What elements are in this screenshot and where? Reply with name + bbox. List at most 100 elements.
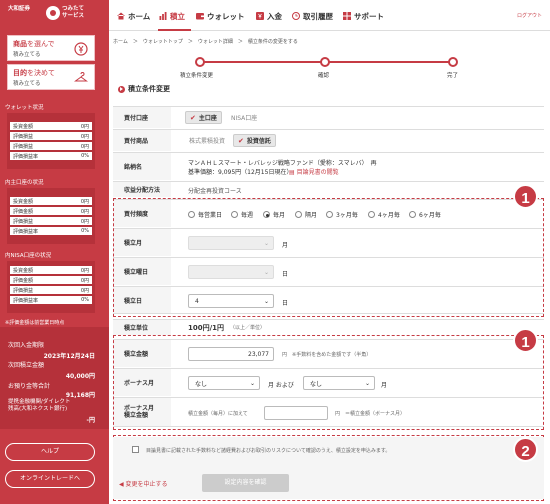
page-title-text: 積立条件変更: [128, 85, 170, 93]
stat-row: 評価金額 0円: [10, 207, 92, 215]
card-title: 目的を決めて: [13, 68, 55, 78]
chevron-left-icon: ◀: [119, 481, 124, 488]
stat-row: 評価損益 0円: [10, 142, 92, 150]
card-title-rest: を選んで: [27, 40, 55, 48]
stat-row: 評価損益 0円: [10, 286, 92, 294]
agree-checkbox[interactable]: [132, 446, 139, 453]
annotation-box-amount: [113, 335, 544, 430]
stat-value: 0円: [80, 199, 89, 205]
stat-label: 投資金額: [13, 268, 34, 274]
stat-value: 0%: [81, 153, 89, 159]
step-2-marker: [320, 57, 330, 67]
unit-value: 100円/1円: [188, 324, 225, 332]
bar-chart-icon: [159, 12, 167, 20]
top-nav-bar: ホーム 積立 ウォレット 入金 取引履歴 サポート ログアウト: [109, 0, 550, 31]
logout-link[interactable]: ログアウト: [517, 12, 542, 19]
main-account-heading: 内主口座の状況: [5, 180, 44, 186]
stat-row: 評価損益率 0%: [10, 152, 92, 160]
card-subtitle: 積み立てる: [13, 52, 41, 58]
stat-label: 評価損益: [13, 134, 34, 140]
stat-label: 評価損益: [13, 144, 34, 150]
account-main-option[interactable]: ✔ 主口座: [185, 111, 222, 124]
nav-deposit-label: 入金: [267, 11, 282, 21]
account-nisa-label: NISA口座: [231, 115, 258, 122]
product-fund-option[interactable]: ✔ 投資信託: [233, 134, 276, 147]
active-tab-indicator: [158, 29, 191, 31]
prospectus-link[interactable]: ▤ 目論見書の閲覧: [289, 167, 339, 176]
stat-value: 0円: [80, 219, 89, 225]
step-1-label: 積立条件変更: [180, 73, 214, 79]
help-button[interactable]: ヘルプ: [5, 443, 95, 461]
confirm-settings-button[interactable]: 設定内容を確認: [202, 474, 289, 492]
step-3-label: 完了: [447, 73, 459, 79]
distribution-row: 収益分配方法 分配金再投資コース: [113, 181, 544, 197]
cancel-change-label: 変更を中止する: [125, 481, 168, 488]
nisa-account-heading: 内NISA口座の状況: [5, 253, 52, 259]
nav-history[interactable]: 取引履歴: [292, 10, 333, 22]
nav-home-label: ホーム: [128, 11, 151, 21]
nav-tsumitate[interactable]: 積立: [159, 10, 185, 22]
bank-balance-value: -円: [86, 417, 96, 424]
deposits-total-label: お預り金等合計: [8, 383, 51, 390]
account-row: 買付口座 ✔ 主口座 NISA口座: [113, 106, 544, 128]
nav-wallet-label: ウォレット: [207, 11, 245, 21]
prospectus-link-label: 目論見書の閲覧: [296, 169, 339, 176]
stat-row: 評価損益率 0%: [10, 227, 92, 235]
choose-goal-card[interactable]: 目的を決めて 積み立てる: [7, 64, 95, 90]
annotation-badge-1: 1: [513, 184, 538, 209]
stat-value: 0円: [80, 134, 89, 140]
next-deposit-date: 2023年12月24日: [43, 353, 95, 360]
stat-label: 評価損益: [13, 288, 34, 294]
nav-support[interactable]: サポート: [343, 10, 384, 22]
nav-wallet[interactable]: ウォレット: [196, 10, 245, 22]
main-account-block: 投資金額 0円 評価金額 0円 評価損益 0円 評価損益率 0%: [7, 188, 95, 244]
home-icon: [117, 12, 125, 20]
nav-home[interactable]: ホーム: [117, 10, 150, 22]
nav-deposit[interactable]: 入金: [256, 10, 282, 22]
stat-value: 0円: [80, 278, 89, 284]
stat-value: 0円: [80, 124, 89, 130]
stat-label: 評価損益率: [13, 154, 39, 160]
stat-value: 0円: [80, 144, 89, 150]
product-row: 買付商品 株式累積投資 ✔ 投資信託: [113, 129, 544, 151]
stat-value: 0円: [80, 288, 89, 294]
stat-value: 0円: [80, 268, 89, 274]
sidebar: 大和証券 つみたて サービス 商品を選んで 積み立てる 目的を決めて 積み立てる…: [0, 0, 109, 504]
card-title-highlight: 商品: [13, 40, 27, 48]
next-deposit-label: 次回入金期限: [8, 342, 45, 349]
stat-label: 投資金額: [13, 124, 34, 130]
bank-balance-label: 提携金融機関/ダイレクト 残高(大和ネクスト銀行): [8, 399, 71, 412]
unit-label: 積立単位: [113, 320, 171, 335]
stat-row: 評価損益 0円: [10, 132, 92, 140]
account-nisa-option[interactable]: NISA口座: [227, 111, 261, 124]
distribution-value: 分配金再投資コース: [188, 188, 242, 195]
stat-label: 投資金額: [13, 199, 34, 205]
stat-label: 評価損益: [13, 219, 34, 225]
product-stock-option[interactable]: 株式累積投資: [185, 134, 229, 147]
stat-label: 評価損益率: [13, 298, 39, 304]
card-title-rest: を決めて: [27, 69, 55, 77]
breadcrumb[interactable]: ホーム ＞ ウォレットトップ ＞ ウォレット詳細 ＞ 積立条件の変更をする: [113, 38, 298, 45]
cancel-change-link[interactable]: ◀ 変更を中止する: [119, 479, 168, 488]
stat-row: 評価金額 0円: [10, 276, 92, 284]
check-icon: ✔: [190, 113, 196, 122]
online-trade-button[interactable]: オンライントレードへ: [5, 470, 95, 488]
yen-coin-icon: [74, 42, 88, 56]
choose-product-card[interactable]: 商品を選んで 積み立てる: [7, 35, 95, 61]
nisa-account-block: 投資金額 0円 評価金額 0円 評価損益 0円 評価損益率 0%: [7, 261, 95, 313]
stat-value: 0%: [81, 297, 89, 303]
tsumitate-logo-icon: [46, 6, 60, 20]
card-subtitle: 積み立てる: [13, 81, 41, 87]
annotation-badge-2: 1: [513, 328, 538, 353]
card-title: 商品を選んで: [13, 39, 55, 49]
nav-history-label: 取引履歴: [303, 11, 333, 21]
logo-area[interactable]: 大和証券 つみたて サービス: [0, 0, 109, 28]
wallet-status-heading: ウォレット状況: [5, 105, 44, 111]
next-amount-value: 40,000円: [65, 373, 95, 380]
agreement-area: 目論見書に記載された手数料など諸経費およびお取引のリスクについて確認のうえ、積立…: [113, 437, 544, 499]
unit-row: 積立単位 100円/1円 （以上／単位）: [113, 319, 544, 335]
fund-label: 銘柄名: [113, 153, 171, 180]
section-arrow-icon: [118, 85, 125, 93]
product-label: 買付商品: [113, 130, 171, 151]
stat-value: 0円: [80, 209, 89, 215]
